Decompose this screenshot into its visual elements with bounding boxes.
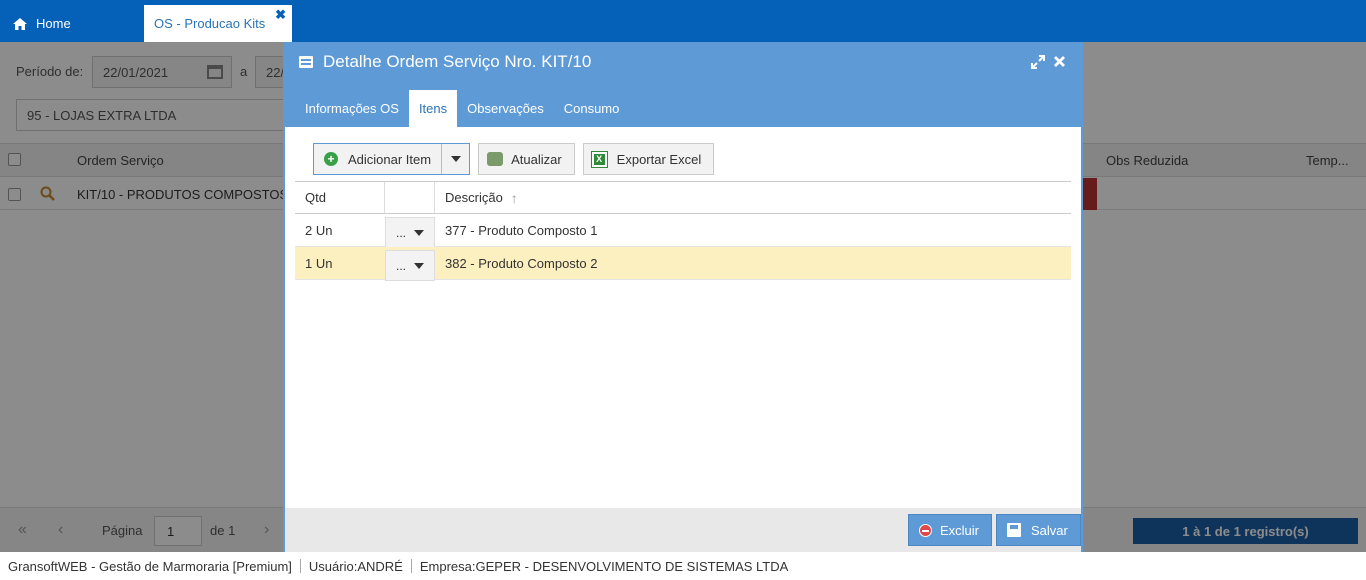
- home-icon: [13, 17, 27, 30]
- ellipsis-icon: ...: [395, 225, 406, 240]
- chevron-down-icon: [414, 229, 424, 236]
- chevron-down-icon: [414, 262, 424, 269]
- row-qtd: 2 Un: [305, 222, 333, 238]
- top-tab-bar: Home OS - Producao Kits ✖: [0, 0, 1366, 42]
- divider: [299, 559, 301, 573]
- add-item-label: Adicionar Item: [348, 151, 432, 167]
- export-excel-label: Exportar Excel: [616, 151, 702, 167]
- tab-informacoes-os[interactable]: Informações OS: [295, 90, 409, 127]
- items-table-header: Qtd Descrição ↑: [295, 181, 1071, 214]
- status-bar: GransoftWEB - Gestão de Marmoraria [Prem…: [0, 552, 1366, 580]
- refresh-button[interactable]: Atualizar: [478, 143, 575, 175]
- add-item-split-button: + Adicionar Item: [313, 143, 471, 175]
- row-descricao: 382 - Produto Composto 2: [445, 255, 598, 271]
- close-dialog-icon[interactable]: [1053, 55, 1066, 68]
- col-actions: [385, 182, 435, 213]
- tab-label: OS - Producao Kits: [154, 16, 266, 31]
- add-item-button[interactable]: + Adicionar Item: [314, 144, 443, 174]
- tab-home-label: Home: [36, 16, 71, 31]
- ellipsis-icon: ...: [395, 258, 406, 273]
- tab-observacoes[interactable]: Observações: [457, 90, 554, 127]
- close-tab-icon[interactable]: ✖: [275, 7, 286, 23]
- dialog-title: Detalhe Ordem Serviço Nro. KIT/10: [299, 52, 591, 72]
- company-name: GEPER - DESENVOLVIMENTO DE SISTEMAS LTDA: [475, 558, 789, 574]
- add-item-dropdown[interactable]: [442, 144, 469, 174]
- save-icon: [1007, 523, 1021, 537]
- items-table: Qtd Descrição ↑ 2 Un ... 377 - Produto C…: [295, 181, 1071, 281]
- delete-label: Excluir: [940, 522, 980, 538]
- export-excel-button[interactable]: X Exportar Excel: [582, 143, 715, 175]
- col-descricao-label: Descrição: [445, 190, 503, 205]
- row-descricao: 377 - Produto Composto 1: [445, 222, 598, 238]
- order-detail-dialog: Detalhe Ordem Serviço Nro. KIT/10 Inform…: [283, 42, 1083, 552]
- user-label: Usuário:: [308, 558, 358, 574]
- save-button[interactable]: Salvar: [996, 514, 1081, 546]
- add-icon: +: [324, 152, 338, 166]
- refresh-label: Atualizar: [511, 151, 562, 167]
- maximize-icon[interactable]: [1030, 54, 1046, 70]
- save-label: Salvar: [1031, 522, 1068, 538]
- excel-icon: X: [590, 150, 608, 168]
- divider: [410, 559, 412, 573]
- user-name: ANDRÉ: [357, 558, 403, 574]
- table-row[interactable]: 1 Un ... 382 - Produto Composto 2: [295, 247, 1071, 281]
- dialog-footer: Excluir Salvar: [285, 508, 1081, 552]
- dialog-title-text: Detalhe Ordem Serviço Nro. KIT/10: [323, 52, 592, 71]
- chevron-down-icon: [450, 156, 461, 162]
- form-icon: [299, 56, 313, 68]
- row-action-menu[interactable]: ...: [385, 250, 435, 281]
- app-name: GransoftWEB - Gestão de Marmoraria [Prem…: [8, 558, 292, 574]
- items-toolbar: + Adicionar Item Atualizar X Exportar Ex…: [313, 143, 722, 175]
- col-descricao[interactable]: Descrição ↑: [435, 182, 1071, 213]
- table-row[interactable]: 2 Un ... 377 - Produto Composto 1: [295, 214, 1071, 248]
- col-qtd[interactable]: Qtd: [295, 182, 385, 213]
- delete-icon: [919, 523, 932, 537]
- tab-itens[interactable]: Itens: [408, 90, 458, 127]
- company-label: Empresa:: [419, 558, 476, 574]
- delete-button[interactable]: Excluir: [908, 514, 993, 546]
- dialog-tabs: Informações OS Itens Observações Consumo: [295, 90, 629, 127]
- tab-consumo[interactable]: Consumo: [554, 90, 630, 127]
- tab-home[interactable]: Home: [0, 5, 83, 42]
- row-action-menu[interactable]: ...: [385, 217, 435, 248]
- sort-asc-icon: ↑: [510, 189, 518, 206]
- tab-os-producao-kits[interactable]: OS - Producao Kits ✖: [144, 5, 292, 42]
- col-qtd-label: Qtd: [305, 190, 326, 205]
- refresh-icon: [487, 152, 504, 166]
- row-qtd: 1 Un: [305, 255, 333, 271]
- dialog-header: Detalhe Ordem Serviço Nro. KIT/10 Inform…: [285, 42, 1081, 127]
